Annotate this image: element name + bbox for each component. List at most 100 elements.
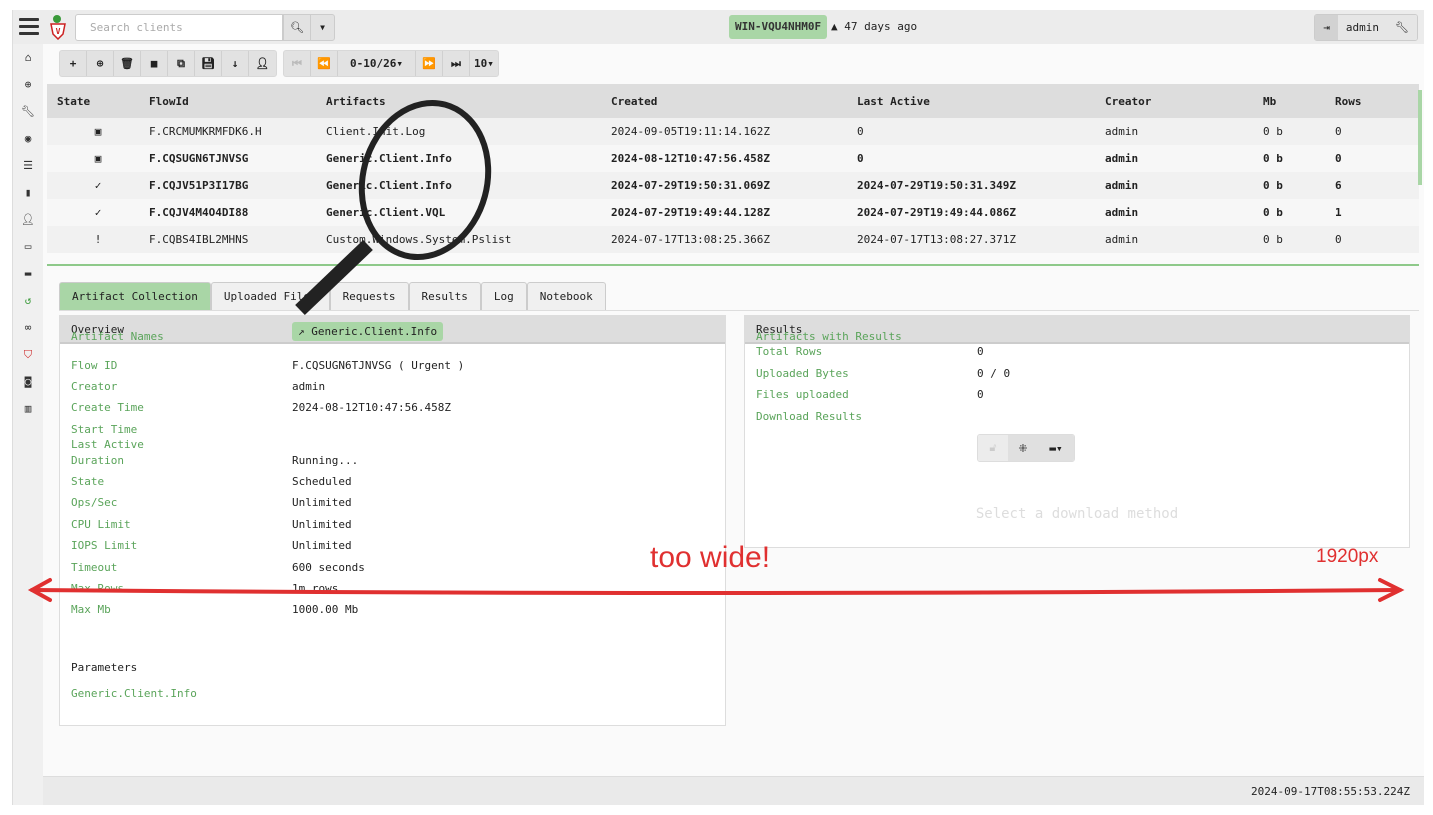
tab-notebook[interactable]: Notebook	[526, 282, 606, 310]
results-panel: Results Artifacts with Results Total Rows…	[744, 315, 1410, 548]
tab-log[interactable]: Log	[480, 282, 527, 310]
server-artifacts-icon[interactable]: ◙	[13, 368, 43, 395]
book-icon[interactable]: ▮	[13, 179, 43, 206]
table-row[interactable]: ✓ F.CQJV4M4O4DI88 Generic.Client.VQL 2024-0…	[47, 199, 1419, 226]
last-page-icon[interactable]: ⏭	[443, 51, 470, 76]
column-header[interactable]: Artifacts	[326, 95, 611, 108]
field-label: Max Rows	[71, 582, 124, 595]
column-header[interactable]: Mb	[1263, 95, 1335, 108]
notebook-icon[interactable]: ▥	[13, 395, 43, 422]
history-icon[interactable]: ↺	[13, 287, 43, 314]
flow-id: F.CQBS4IBL2MHNS	[149, 233, 249, 246]
compress-icon[interactable]: ⁜	[1008, 435, 1038, 461]
result-label: Artifacts with Results	[756, 330, 902, 343]
size: 0 b	[1263, 125, 1283, 138]
warning-icon: ▲	[831, 20, 845, 33]
save-icon[interactable]: 💾︎	[195, 51, 222, 76]
delete-icon[interactable]: 🗑︎	[114, 51, 141, 76]
state-icon: ▣	[94, 152, 102, 165]
search-button[interactable]: 🔍︎	[283, 14, 311, 41]
size: 0 b	[1263, 233, 1283, 246]
eye-icon[interactable]: ◉	[13, 125, 43, 152]
download-results-buttons: 🔓︎ ⁜ ▬▾	[977, 434, 1075, 462]
state-icon: ✓	[94, 206, 102, 219]
username-button[interactable]: admin	[1337, 15, 1388, 40]
column-header[interactable]: Created	[611, 95, 857, 108]
field-value: 1000.00 Mb	[292, 603, 359, 616]
download-method-placeholder: Select a download method	[975, 506, 1179, 522]
next-page-icon[interactable]: ⏩	[416, 51, 443, 76]
search-input[interactable]: Search clients	[75, 14, 283, 41]
field-value: 600 seconds	[292, 561, 365, 574]
user-icon[interactable]: 👤︎	[13, 206, 43, 233]
download-icon[interactable]: ↓	[222, 51, 249, 76]
server-time: 2024-09-17T08:55:53.224Z	[1251, 785, 1410, 798]
binoculars-icon[interactable]: ∞	[13, 314, 43, 341]
result-label: Download Results	[756, 410, 862, 423]
caret-down-icon: ▼	[320, 23, 325, 32]
column-header[interactable]: State	[47, 95, 149, 108]
field-value: Scheduled	[292, 475, 352, 488]
stop-icon[interactable]: ■	[141, 51, 168, 76]
wrench-icon[interactable]: 🔧︎	[13, 98, 43, 125]
folder-icon[interactable]: ▬	[13, 260, 43, 287]
unlock-icon[interactable]: 🔓︎	[978, 435, 1008, 461]
laptop-icon[interactable]: ▭	[13, 233, 43, 260]
user-icon[interactable]: 👤︎	[249, 51, 276, 76]
first-page-icon[interactable]: ⏮	[284, 51, 311, 76]
field-label: State	[71, 475, 105, 488]
last-active: 2024-07-29T19:50:31.349Z	[857, 179, 1016, 192]
field-label: IOPS Limit	[71, 539, 138, 552]
new-collection-icon[interactable]: +	[60, 51, 87, 76]
tab-requests[interactable]: Requests	[329, 282, 409, 310]
wrench-icon[interactable]: 🔧︎	[1387, 15, 1417, 40]
field-label: Flow ID	[71, 359, 118, 372]
flow-id: F.CQJV51P3I17BG	[149, 179, 249, 192]
state-icon: !	[94, 233, 102, 246]
tab-uploaded-files[interactable]: Uploaded Files	[210, 282, 330, 310]
creator: admin	[1105, 125, 1139, 138]
crosshair-icon[interactable]: ⊕	[87, 51, 114, 76]
artifact-link-button[interactable]: ↗ Generic.Client.Info	[292, 322, 444, 341]
field-value: admin	[292, 380, 326, 393]
created-time: 2024-07-17T13:08:25.366Z	[611, 233, 770, 246]
table-row[interactable]: ▣ F.CRCMUMKRMFDK6.H Client.Init.Log 2024-09…	[47, 118, 1419, 145]
page-range-dropdown[interactable]: 0-10/26 ▾	[338, 51, 416, 76]
table-row[interactable]: ▣ F.CQSUGN6TJNVSG Generic.Client.Info 2024-…	[47, 145, 1419, 172]
logout-icon[interactable]: ⇥	[1315, 15, 1338, 40]
column-header[interactable]: FlowId	[149, 95, 326, 108]
field-value: ↗ Generic.Client.Info	[292, 322, 444, 341]
table-scrollbar[interactable]	[1418, 90, 1422, 185]
last-active: 0	[857, 152, 864, 165]
last-active: 2024-07-29T19:49:44.086Z	[857, 206, 1016, 219]
table-row[interactable]: ✓ F.CQJV51P3I17BG Generic.Client.Info 2024-…	[47, 172, 1419, 199]
parameters-artifact[interactable]: Generic.Client.Info	[71, 687, 197, 700]
artifact-name: Generic.Client.Info	[326, 179, 452, 192]
shield-icon[interactable]: ⛉	[13, 341, 43, 368]
page-size-dropdown[interactable]: 10 ▾	[470, 51, 498, 76]
tab-results[interactable]: Results	[408, 282, 481, 310]
copy-icon[interactable]: ⧉	[168, 51, 195, 76]
prev-page-icon[interactable]: ⏪	[311, 51, 338, 76]
creator: admin	[1105, 206, 1139, 219]
crosshair-icon[interactable]: ⊕	[13, 71, 43, 98]
field-label: Timeout	[71, 561, 118, 574]
tab-artifact-collection[interactable]: Artifact Collection	[59, 282, 211, 310]
server-icon[interactable]: ☰	[13, 152, 43, 179]
table-row[interactable]: ! F.CQBS4IBL2MHNS Custom.Windows.System.Ps…	[47, 226, 1419, 253]
column-header[interactable]: Last Active	[857, 95, 1105, 108]
menu-icon[interactable]	[19, 18, 39, 36]
row-count: 0	[1335, 125, 1342, 138]
search-options-dropdown[interactable]: ▼	[310, 14, 335, 41]
column-header[interactable]: Rows	[1335, 95, 1395, 108]
field-label: Duration	[71, 454, 124, 467]
column-header[interactable]: Creator	[1105, 95, 1263, 108]
field-label: Artifact Names	[71, 330, 164, 343]
archive-dropdown-icon[interactable]: ▬▾	[1038, 435, 1074, 461]
client-hostname-badge[interactable]: WIN-VQU4NHM0F	[729, 15, 828, 39]
artifact-link-label: Generic.Client.Info	[311, 325, 438, 338]
home-icon[interactable]: ⌂	[13, 44, 43, 71]
flow-tabs: Artifact Collection Uploaded Files Request…	[59, 282, 1419, 311]
result-label: Uploaded Bytes	[756, 367, 849, 380]
result-value: 0	[977, 345, 984, 358]
